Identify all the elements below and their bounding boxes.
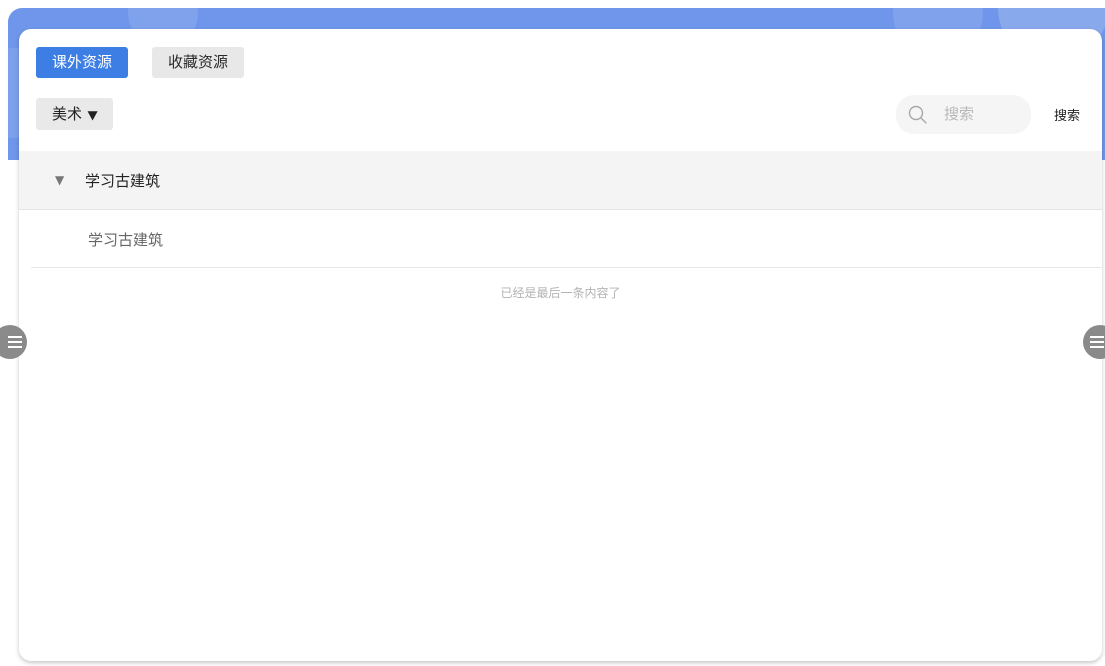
caret-down-icon: ▼ [87, 108, 98, 122]
search-icon [908, 105, 927, 124]
list-item-label: 学习古建筑 [88, 231, 164, 249]
screen: 课外资源 收藏资源 美术 ▼ 搜索 ▼ 学习古建筑 学习古建筑 已经是最后一条内容… [0, 0, 1105, 666]
list-item[interactable]: 学习古建筑 [31, 210, 1102, 268]
tab-extracurricular-resources[interactable]: 课外资源 [36, 47, 129, 78]
search-input[interactable] [944, 104, 1024, 124]
menu-lines-icon [1090, 336, 1104, 348]
end-of-list-text: 已经是最后一条内容了 [500, 286, 621, 300]
subject-dropdown[interactable]: 美术 ▼ [36, 98, 114, 130]
category-header-row[interactable]: ▼ 学习古建筑 [19, 151, 1102, 210]
search-box[interactable] [896, 95, 1031, 134]
tab-favorite-resources[interactable]: 收藏资源 [152, 47, 245, 78]
resource-panel: 课外资源 收藏资源 美术 ▼ 搜索 ▼ 学习古建筑 学习古建筑 已经是最后一条内容… [19, 29, 1102, 661]
subject-dropdown-label: 美术 [52, 105, 83, 123]
category-label: 学习古建筑 [85, 172, 161, 190]
menu-lines-icon [8, 336, 22, 348]
collapse-triangle-icon[interactable]: ▼ [55, 173, 64, 187]
search-button[interactable]: 搜索 [1054, 105, 1080, 124]
